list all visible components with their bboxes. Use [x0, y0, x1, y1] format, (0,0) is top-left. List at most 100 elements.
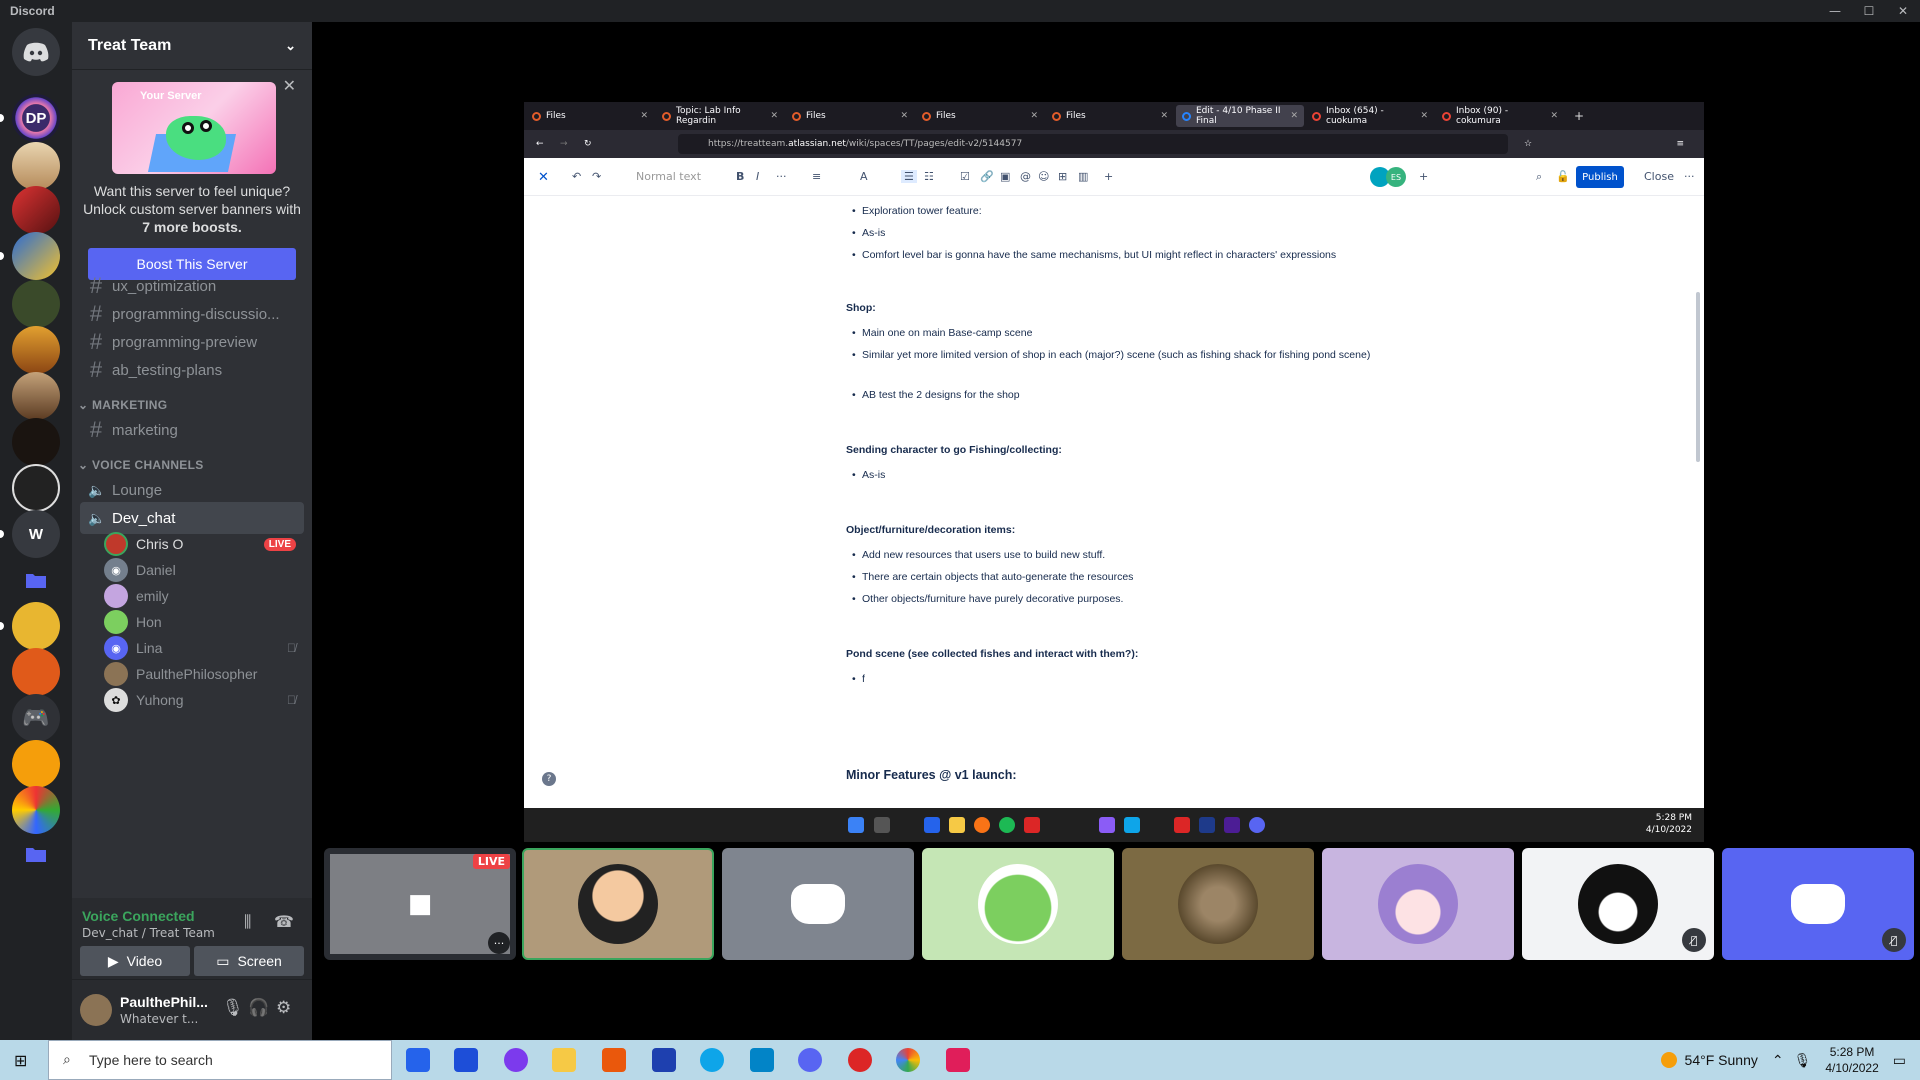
server-bloom-icon[interactable]: [12, 326, 60, 374]
forward-icon[interactable]: →: [560, 139, 568, 149]
scrollbar[interactable]: [1696, 292, 1700, 462]
close-icon[interactable]: ✕: [1886, 0, 1920, 22]
bullet-list-icon[interactable]: ☰: [901, 170, 917, 183]
mic-icon[interactable]: 🎙: [1794, 1052, 1812, 1069]
voice-user[interactable]: PaulthePhilosopher: [104, 660, 304, 688]
minimize-icon[interactable]: —: [1818, 0, 1852, 22]
close-icon[interactable]: ✕: [770, 111, 778, 121]
server-red-icon[interactable]: [12, 186, 60, 234]
server-corgi-icon[interactable]: [12, 142, 60, 190]
more-icon[interactable]: ···: [488, 932, 510, 954]
headphones-icon[interactable]: 🎧: [248, 998, 269, 1018]
more-icon[interactable]: ···: [1684, 170, 1695, 183]
voice-user[interactable]: emily: [104, 582, 304, 610]
server-cafe-icon[interactable]: [12, 372, 60, 420]
disconnect-icon[interactable]: ☎: [274, 912, 294, 931]
image-icon[interactable]: ▣: [1000, 170, 1010, 183]
participant-tile-paul[interactable]: [1122, 848, 1314, 960]
mail-icon[interactable]: [454, 1048, 478, 1072]
close-icon[interactable]: ✕: [1160, 111, 1168, 121]
server-game-icon[interactable]: [12, 280, 60, 328]
insert-icon[interactable]: +: [1104, 170, 1113, 183]
back-icon[interactable]: ←: [536, 139, 544, 149]
undo-icon[interactable]: ↶: [572, 170, 581, 183]
browser-tab[interactable]: Topic: Lab Info Regardin ✕: [656, 105, 784, 127]
participant-tile-daniel[interactable]: [722, 848, 914, 960]
weather-text[interactable]: 54°F Sunny: [1685, 1052, 1758, 1068]
voice-location[interactable]: Dev_chat / Treat Team: [82, 926, 215, 940]
username[interactable]: PaulthePhil...: [120, 994, 208, 1010]
chrome-icon[interactable]: [896, 1048, 920, 1072]
mention-icon[interactable]: @: [1020, 170, 1031, 183]
close-icon[interactable]: ✕: [640, 111, 648, 121]
app-icon-2[interactable]: [848, 1048, 872, 1072]
discord-icon[interactable]: [798, 1048, 822, 1072]
emoji-icon[interactable]: ☺: [1038, 170, 1049, 183]
close-icon[interactable]: ✕: [900, 111, 908, 121]
align-icon[interactable]: ≡: [812, 170, 821, 183]
server-w-icon[interactable]: [12, 232, 60, 280]
folder-icon-2[interactable]: [12, 830, 60, 878]
channel-ab-testing-plans[interactable]: # ab_testing-plans: [80, 354, 304, 386]
link-icon[interactable]: 🔗: [980, 170, 994, 183]
browser-tab[interactable]: Files ✕: [1046, 105, 1174, 127]
browser-tab[interactable]: Inbox (654) - cuokuma ✕: [1306, 105, 1434, 127]
publish-button[interactable]: Publish: [1576, 166, 1624, 188]
text-color-icon[interactable]: A: [860, 170, 868, 183]
edge-icon[interactable]: [700, 1048, 724, 1072]
screen-share-button[interactable]: ▭ Screen: [194, 946, 304, 976]
menu-icon[interactable]: ≡: [1676, 139, 1684, 149]
participant-tile-yuhong[interactable]: 🎙̸: [1522, 848, 1714, 960]
server-emblem-icon[interactable]: [12, 464, 60, 512]
stream-preview-tile[interactable]: LIVE ■ ···: [324, 848, 516, 960]
server-color-icon[interactable]: [12, 786, 60, 834]
channel-marketing[interactable]: # marketing: [80, 414, 304, 446]
gamepad-icon[interactable]: 🎮: [12, 694, 60, 742]
noise-suppression-icon[interactable]: ⫼: [244, 912, 251, 932]
more-format-icon[interactable]: ···: [776, 170, 787, 183]
vscode-icon[interactable]: [750, 1048, 774, 1072]
browser-tab[interactable]: Files ✕: [526, 105, 654, 127]
slack-icon[interactable]: [946, 1048, 970, 1072]
bookmark-star-icon[interactable]: ☆: [1524, 139, 1532, 149]
shared-screen[interactable]: Files ✕ Topic: Lab Info Regardin ✕ Files ✕ …: [524, 102, 1704, 842]
voice-user[interactable]: ✿ Yuhong 🎙̸: [104, 686, 304, 714]
chevron-down-icon[interactable]: ⌄: [285, 38, 296, 54]
category-marketing[interactable]: ⌄ MARKETING: [78, 398, 167, 412]
start-icon[interactable]: ⊞: [14, 1051, 27, 1070]
participant-tile-hon[interactable]: [922, 848, 1114, 960]
close-editor-button[interactable]: Close: [1644, 170, 1674, 183]
table-icon[interactable]: ⊞: [1058, 170, 1067, 183]
participant-tile-chris[interactable]: [522, 848, 714, 960]
video-button[interactable]: ▶ Video: [80, 946, 190, 976]
close-icon[interactable]: ✕: [1420, 111, 1428, 121]
mic-icon[interactable]: 🎙: [222, 998, 244, 1018]
discord-home-icon[interactable]: [12, 28, 60, 76]
voice-user[interactable]: Hon: [104, 608, 304, 636]
taskbar-search[interactable]: ⌕ Type here to search: [48, 1040, 392, 1080]
search-icon[interactable]: ⌕: [1536, 170, 1542, 184]
text-style-dropdown[interactable]: Normal text: [636, 170, 701, 183]
server-bloom2-icon[interactable]: [12, 418, 60, 466]
url-bar[interactable]: https://treatteam. atlassian.net/wiki/spa…: [678, 134, 1508, 154]
close-icon[interactable]: ✕: [1550, 111, 1558, 121]
bold-icon[interactable]: B: [736, 170, 744, 183]
category-voice[interactable]: ⌄ VOICE CHANNELS: [78, 458, 204, 472]
app-icon[interactable]: [504, 1048, 528, 1072]
help-icon[interactable]: ?: [542, 772, 556, 786]
restrictions-icon[interactable]: 🔓: [1556, 170, 1570, 183]
browser-tab[interactable]: Files ✕: [786, 105, 914, 127]
server-yellow-icon[interactable]: [12, 602, 60, 650]
store-icon[interactable]: [406, 1048, 430, 1072]
new-tab-icon[interactable]: +: [1574, 109, 1584, 123]
gear-icon[interactable]: ⚙: [276, 998, 291, 1018]
browser-tab[interactable]: Files ✕: [916, 105, 1044, 127]
confluence-logo-icon[interactable]: ✕: [538, 170, 549, 185]
server-fire-icon[interactable]: [12, 740, 60, 788]
avatar[interactable]: [80, 994, 112, 1026]
voice-user[interactable]: Chris O LIVE: [104, 530, 304, 558]
checkbox-icon[interactable]: ☑: [960, 170, 970, 183]
word-icon[interactable]: [652, 1048, 676, 1072]
browser-tab-active[interactable]: Edit - 4/10 Phase II Final ✕: [1176, 105, 1304, 127]
server-orange-icon[interactable]: [12, 648, 60, 696]
